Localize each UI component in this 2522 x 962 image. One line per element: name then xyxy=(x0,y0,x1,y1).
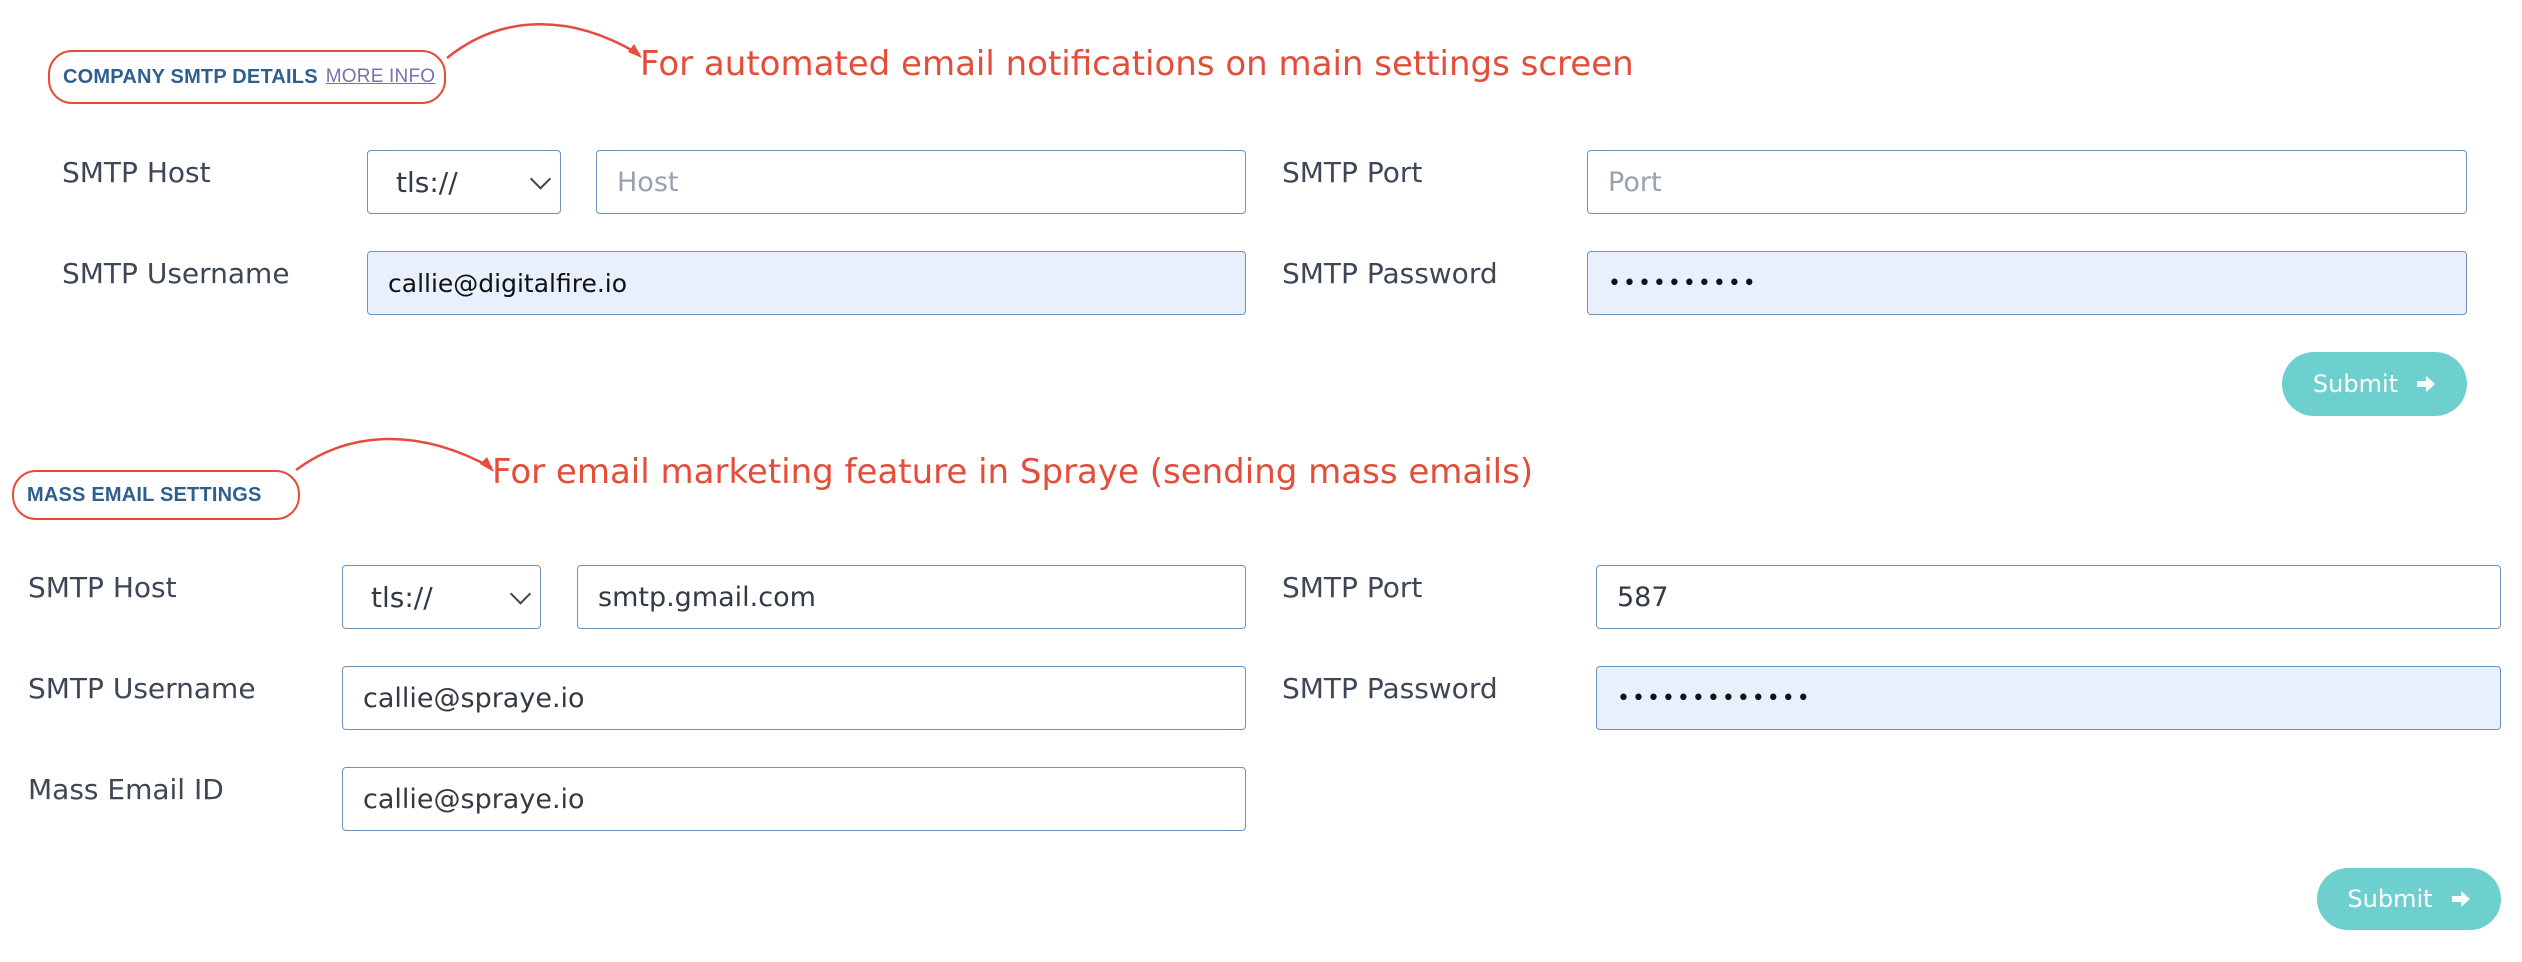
mass-annotation: For email marketing feature in Spraye (s… xyxy=(492,452,1534,492)
mass-port-input[interactable] xyxy=(1596,565,2501,629)
company-port-label: SMTP Port xyxy=(1282,156,1423,189)
company-annotation: For automated email notifications on mai… xyxy=(640,44,1634,84)
company-username-label: SMTP Username xyxy=(62,257,290,290)
chevron-down-icon xyxy=(529,168,552,190)
company-protocol-value: tls:// xyxy=(396,165,458,199)
arrow-right-icon xyxy=(2451,891,2470,907)
company-submit-label: Submit xyxy=(2312,370,2399,398)
company-port-input[interactable] xyxy=(1587,150,2467,214)
company-host-label: SMTP Host xyxy=(62,156,211,189)
mass-password-label: SMTP Password xyxy=(1282,672,1498,705)
mass-password-input[interactable] xyxy=(1596,666,2501,730)
mass-submit-label: Submit xyxy=(2347,885,2433,913)
company-host-input[interactable] xyxy=(596,150,1246,214)
company-smtp-title-text: COMPANY SMTP DETAILS xyxy=(63,65,318,88)
mass-email-id-label: Mass Email ID xyxy=(28,773,224,806)
mass-submit-button[interactable]: Submit xyxy=(2317,868,2501,930)
mass-host-label: SMTP Host xyxy=(28,571,177,604)
company-username-input[interactable] xyxy=(367,251,1246,315)
mass-protocol-value: tls:// xyxy=(371,580,433,614)
arrow-right-icon xyxy=(2417,376,2436,392)
mass-email-title-text: MASS EMAIL SETTINGS xyxy=(27,483,262,506)
mass-port-label: SMTP Port xyxy=(1282,571,1423,604)
chevron-down-icon xyxy=(509,583,532,605)
mass-protocol-select[interactable]: tls:// xyxy=(342,565,541,629)
mass-email-id-input[interactable] xyxy=(342,767,1246,831)
company-password-input[interactable] xyxy=(1587,251,2467,315)
company-smtp-title: COMPANY SMTP DETAILS MORE INFO xyxy=(48,50,446,104)
mass-email-title: MASS EMAIL SETTINGS xyxy=(12,470,300,520)
more-info-link[interactable]: MORE INFO xyxy=(326,66,435,88)
annotation-arrow-mass xyxy=(295,437,493,472)
company-submit-button[interactable]: Submit xyxy=(2282,352,2467,416)
annotation-arrow-company xyxy=(446,22,641,59)
company-password-label: SMTP Password xyxy=(1282,257,1498,290)
mass-username-label: SMTP Username xyxy=(28,672,256,705)
mass-host-input[interactable] xyxy=(577,565,1246,629)
company-protocol-select[interactable]: tls:// xyxy=(367,150,561,214)
mass-username-input[interactable] xyxy=(342,666,1246,730)
